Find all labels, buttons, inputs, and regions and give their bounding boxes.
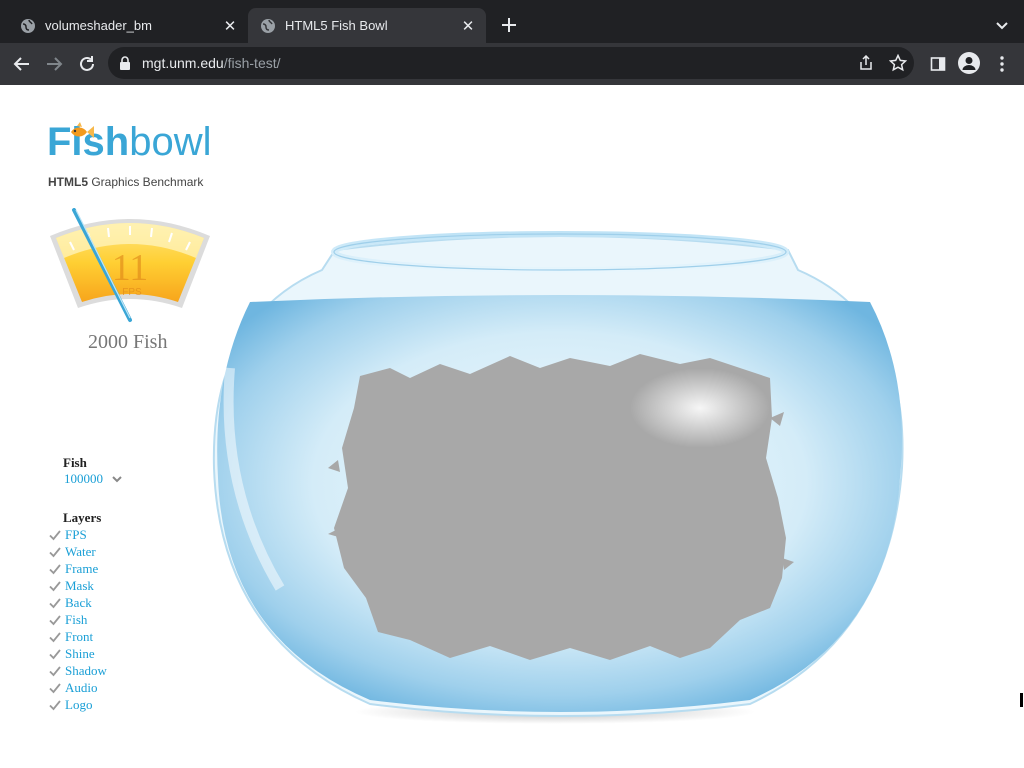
logo-subtitle-rest: Graphics Benchmark [88,175,204,189]
close-icon[interactable]: ✕ [458,16,478,36]
arrow-right-icon [47,57,63,71]
layer-toggle-fps[interactable]: FPS [48,527,87,543]
logo-bowl-text: bowl [129,120,212,164]
fps-unit: FPS [122,287,142,298]
arrow-left-icon [13,57,29,71]
share-icon[interactable] [857,54,875,72]
layer-toggle-logo[interactable]: Logo [48,697,92,713]
checkmark-icon [49,564,61,575]
layer-toggle-frame[interactable]: Frame [48,561,98,577]
chevron-down-icon [112,476,122,483]
logo-subtitle: HTML5 Graphics Benchmark [48,175,203,189]
layer-toggle-shine[interactable]: Shine [48,646,95,662]
plus-icon [502,18,516,32]
water-shine [630,368,770,448]
layer-toggle-mask[interactable]: Mask [48,578,94,594]
tab-volumeshader[interactable]: volumeshader_bm ✕ [8,8,248,43]
checkmark-icon [49,581,61,592]
layer-label: Shine [65,646,95,661]
layer-label: Mask [65,578,94,593]
layer-label: Logo [65,697,93,712]
layer-label: Frame [65,561,99,576]
fish-count-value: 100000 [64,471,103,486]
checkmark-icon [49,547,61,558]
tab-fish-bowl[interactable]: HTML5 Fish Bowl ✕ [248,8,486,43]
layer-toggle-front[interactable]: Front [48,629,93,645]
layer-toggle-fish[interactable]: Fish [48,612,87,628]
lock-icon[interactable] [118,55,132,71]
chevron-down-icon [996,22,1008,30]
url-text[interactable]: mgt.unm.edu/fish-test/ [142,55,281,71]
goldfish-icon [71,122,94,138]
layer-label: FPS [65,527,87,542]
logo-subtitle-bold: HTML5 [48,175,88,189]
tab-title: HTML5 Fish Bowl [285,18,388,33]
tab-title: volumeshader_bm [45,18,152,33]
profile-avatar[interactable] [958,52,980,74]
layer-label: Shadow [65,663,107,678]
forward-button[interactable] [42,52,66,76]
checkmark-icon [49,649,61,660]
checkmark-icon [49,598,61,609]
fish-count-select[interactable]: 100000 [64,471,123,487]
fishbowl-logo: Fishbowl [47,120,212,165]
fish-bowl-canvas[interactable] [210,228,910,728]
layer-label: Fish [65,612,88,627]
back-button[interactable] [10,52,34,76]
new-tab-button[interactable] [498,14,520,36]
globe-icon [20,18,36,34]
layer-label: Water [65,544,96,559]
side-panel-icon[interactable] [928,54,948,74]
checkmark-icon [49,530,61,541]
checkmark-icon [49,632,61,643]
layer-toggle-shadow[interactable]: Shadow [48,663,107,679]
url-path: /fish-test/ [223,55,281,71]
reload-button[interactable] [75,52,99,76]
fps-gauge: 11 FPS [48,208,212,326]
tab-search-button[interactable] [992,15,1012,35]
person-icon [962,57,976,70]
layer-toggle-back[interactable]: Back [48,595,92,611]
checkmark-icon [49,615,61,626]
layer-label: Back [65,595,92,610]
fish-heading: Fish [63,455,87,470]
close-icon[interactable]: ✕ [220,16,240,36]
more-menu-icon[interactable] [992,54,1012,74]
layers-heading: Layers [63,510,102,525]
layer-label: Audio [65,680,98,695]
layer-toggle-water[interactable]: Water [48,544,96,560]
globe-icon [260,18,276,34]
fish-count-label: 2000 Fish [88,331,168,353]
star-icon[interactable] [889,54,907,72]
url-host: mgt.unm.edu [142,55,224,71]
layer-toggle-audio[interactable]: Audio [48,680,98,696]
layer-label: Front [65,629,94,644]
checkmark-icon [49,683,61,694]
reload-icon [80,56,94,71]
checkmark-icon [49,700,61,711]
text-cursor [1020,693,1023,707]
fps-value: 11 [112,247,149,289]
checkmark-icon [49,666,61,677]
